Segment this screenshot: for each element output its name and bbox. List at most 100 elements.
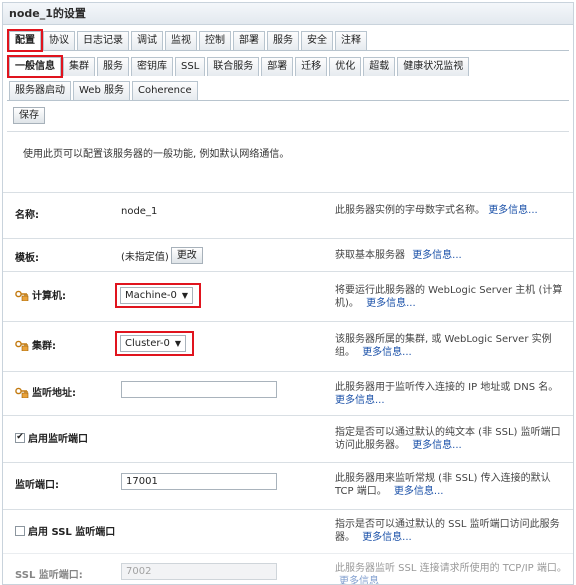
listen-port-enabled-label: ✔ 启用监听端口	[15, 430, 88, 445]
template-value-text: (未指定值)	[121, 252, 169, 263]
more-info-link[interactable]: 更多信息...	[394, 486, 444, 497]
ssl-port-help-text: 此服务器监听 SSL 连接请求所使用的 TCP/IP 端口。	[335, 563, 567, 574]
listen-port-input[interactable]: 17001	[121, 473, 277, 490]
listen-address-label-text: 监听地址:	[32, 388, 76, 399]
more-info-link[interactable]: 更多信息...	[488, 205, 538, 216]
panel-title: node_1的设置	[3, 3, 573, 25]
tab-divider	[7, 50, 569, 51]
cluster-select[interactable]: Cluster-0 ▼	[120, 335, 186, 352]
machine-highlight: Machine-0 ▼	[115, 283, 201, 308]
tab-protocols[interactable]: 协议	[43, 31, 75, 50]
more-info-link[interactable]: 更多信息...	[366, 298, 416, 309]
listen-address-help-text: 此服务器用于监听传入连接的 IP 地址或 DNS 名。	[335, 382, 559, 393]
cluster-highlight: Cluster-0 ▼	[115, 331, 194, 356]
template-help-text: 获取基本服务器	[335, 250, 405, 261]
ssl-enabled-row: 启用 SSL 监听端口 指示是否可以通过默认的 SSL 监听端口访问此服务器。 …	[3, 509, 573, 553]
tab-logging[interactable]: 日志记录	[77, 31, 129, 50]
dropdown-arrow-icon: ▼	[181, 291, 188, 300]
ssl-enabled-checkbox[interactable]	[15, 525, 25, 536]
more-info-link[interactable]: 更多信息	[339, 576, 379, 584]
sub-tabs-second-row: 服务器启动 Web 服务 Coherence	[3, 78, 573, 100]
listen-port-label: 监听端口:	[15, 480, 59, 491]
machine-select[interactable]: Machine-0 ▼	[120, 287, 193, 304]
change-button[interactable]: 更改	[170, 247, 203, 264]
listen-address-field	[121, 381, 277, 398]
cluster-help: 该服务器所属的集群, 或 WebLogic Server 实例组。 更多信息..…	[335, 333, 567, 359]
dropdown-arrow-icon: ▼	[174, 339, 181, 348]
ssl-enabled-label-text: 启用 SSL 监听端口	[28, 527, 116, 538]
machine-row: 计算机: Machine-0 ▼ 将要运行此服务器的 WebLogic Serv…	[3, 271, 573, 321]
tab-federation-services[interactable]: 联合服务	[207, 57, 260, 76]
tab-monitoring[interactable]: 监视	[165, 31, 197, 50]
tab-configuration[interactable]: 配置	[7, 29, 43, 52]
listen-port-enabled-help: 指定是否可以通过默认的纯文本 (非 SSL) 监听端口访问此服务器。 更多信息.…	[335, 426, 567, 452]
tab-services[interactable]: 服务	[267, 31, 299, 50]
tab-coherence[interactable]: Coherence	[131, 81, 198, 100]
more-info-link[interactable]: 更多信息...	[335, 395, 385, 406]
cluster-label-text: 集群:	[32, 341, 56, 352]
tab-notes[interactable]: 注释	[335, 31, 367, 50]
tab-services-sub[interactable]: 服务	[97, 57, 129, 76]
tab-general[interactable]: 一般信息	[7, 55, 63, 78]
tab-overload[interactable]: 超载	[363, 57, 396, 76]
tab-security[interactable]: 安全	[301, 31, 333, 50]
key-icon	[15, 340, 29, 351]
listen-address-input[interactable]	[121, 381, 277, 398]
save-button[interactable]: 保存	[13, 107, 45, 124]
listen-port-help: 此服务器用来监听常规 (非 SSL) 传入连接的默认 TCP 端口。 更多信息.…	[335, 472, 567, 498]
tab-tuning[interactable]: 优化	[329, 57, 362, 76]
tab-ssl[interactable]: SSL	[175, 57, 206, 76]
toolbar: 保存	[3, 101, 573, 124]
cluster-row: 集群: Cluster-0 ▼ 该服务器所属的集群, 或 WebLogic Se…	[3, 321, 573, 371]
name-label: 名称:	[15, 210, 39, 221]
name-help-text: 此服务器实例的字母数字式名称。	[335, 205, 485, 216]
tab-health-monitoring[interactable]: 健康状况监视	[397, 57, 470, 76]
tab-deployment[interactable]: 部署	[261, 57, 294, 76]
ssl-port-help: 此服务器监听 SSL 连接请求所使用的 TCP/IP 端口。 更多信息	[335, 562, 567, 584]
tab-deployments[interactable]: 部署	[233, 31, 265, 50]
template-value: (未指定值) 更改	[121, 247, 203, 264]
ssl-enabled-help: 指示是否可以通过默认的 SSL 监听端口访问此服务器。 更多信息...	[335, 518, 567, 544]
name-value: node_1	[121, 206, 158, 217]
ssl-port-row: SSL 监听端口: 7002 此服务器监听 SSL 连接请求所使用的 TCP/I…	[3, 553, 573, 584]
key-icon	[15, 387, 29, 398]
tab-migration[interactable]: 迁移	[295, 57, 328, 76]
cluster-label: 集群:	[15, 337, 56, 352]
tab-server-start[interactable]: 服务器启动	[9, 81, 71, 100]
more-info-link[interactable]: 更多信息...	[362, 532, 412, 543]
ssl-port-label: SSL 监听端口:	[15, 570, 83, 581]
listen-port-enabled-checkbox[interactable]: ✔	[15, 432, 25, 443]
machine-label: 计算机:	[15, 287, 66, 302]
page-description: 使用此页可以配置该服务器的一般功能, 例如默认网络通信。	[23, 149, 290, 160]
listen-address-label: 监听地址:	[15, 384, 76, 399]
template-label: 模板:	[15, 253, 39, 264]
name-help: 此服务器实例的字母数字式名称。 更多信息...	[335, 204, 567, 217]
name-row: 名称: node_1 此服务器实例的字母数字式名称。 更多信息...	[3, 192, 573, 238]
template-row: 模板: (未指定值) 更改 获取基本服务器 更多信息...	[3, 238, 573, 271]
tab-web-services[interactable]: Web 服务	[73, 81, 130, 100]
listen-port-enabled-row: ✔ 启用监听端口 指定是否可以通过默认的纯文本 (非 SSL) 监听端口访问此服…	[3, 415, 573, 462]
template-help: 获取基本服务器 更多信息...	[335, 249, 567, 262]
key-icon	[15, 290, 29, 301]
tab-control[interactable]: 控制	[199, 31, 231, 50]
tab-cluster[interactable]: 集群	[63, 57, 95, 76]
sub-tabs: 一般信息 集群 服务 密钥库 SSL 联合服务 部署 迁移 优化 超载 健康状况…	[3, 54, 573, 78]
tab-debug[interactable]: 调试	[131, 31, 163, 50]
ssl-port-input[interactable]: 7002	[121, 563, 277, 580]
ssl-port-field: 7002	[121, 563, 277, 580]
machine-help: 将要运行此服务器的 WebLogic Server 主机 (计算机)。 更多信息…	[335, 284, 567, 310]
cluster-field: Cluster-0 ▼	[115, 331, 194, 356]
listen-address-row: 监听地址: 此服务器用于监听传入连接的 IP 地址或 DNS 名。 更多信息..…	[3, 371, 573, 415]
cluster-select-value: Cluster-0	[125, 338, 170, 349]
more-info-link[interactable]: 更多信息...	[362, 347, 412, 358]
tab-keystores[interactable]: 密钥库	[131, 57, 173, 76]
machine-label-text: 计算机:	[32, 291, 66, 302]
machine-field: Machine-0 ▼	[115, 283, 201, 308]
more-info-link[interactable]: 更多信息...	[412, 440, 462, 451]
listen-port-enabled-label-text: 启用监听端口	[28, 434, 88, 445]
more-info-link[interactable]: 更多信息...	[412, 250, 462, 261]
ssl-enabled-label: 启用 SSL 监听端口	[15, 523, 115, 538]
listen-address-help: 此服务器用于监听传入连接的 IP 地址或 DNS 名。 更多信息...	[335, 381, 567, 407]
settings-panel: node_1的设置 配置 协议 日志记录 调试 监视 控制 部署 服务 安全 注…	[2, 2, 574, 585]
listen-port-field: 17001	[121, 473, 277, 490]
